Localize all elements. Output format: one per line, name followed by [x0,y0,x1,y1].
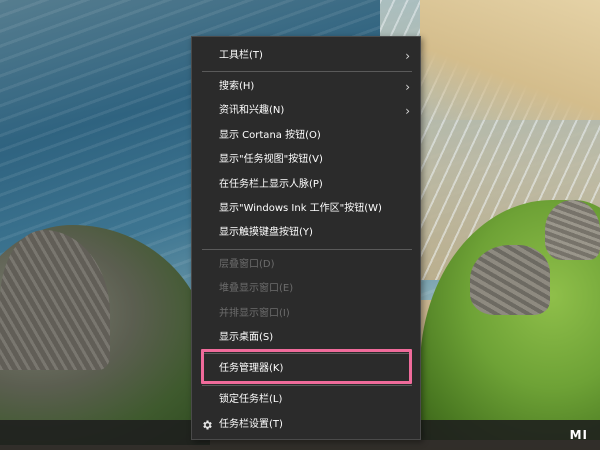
menu-item-label: 任务栏设置(T) [219,419,283,430]
watermark-logo: MI [569,428,588,442]
menu-item-label: 在任务栏上显示人脉(P) [219,179,323,190]
menu-item-label: 显示桌面(S) [219,332,274,343]
wallpaper-rock-right [470,245,550,315]
menu-item-news-interests[interactable]: 资讯和兴趣(N) › [192,99,420,123]
menu-item-show-people[interactable]: 在任务栏上显示人脉(P) [192,173,420,197]
menu-item-label: 堆叠显示窗口(E) [219,283,294,294]
chevron-right-icon: › [405,104,410,118]
menu-item-show-touch-keyboard[interactable]: 显示触摸键盘按钮(Y) [192,221,420,245]
menu-item-search[interactable]: 搜索(H) › [192,75,420,99]
menu-item-lock-taskbar[interactable]: 锁定任务栏(L) [192,388,420,412]
gear-icon [203,420,212,430]
menu-item-label: 搜索(H) [219,81,255,92]
menu-item-show-task-view[interactable]: 显示"任务视图"按钮(V) [192,148,420,172]
menu-item-label: 并排显示窗口(I) [219,308,290,319]
wallpaper-sand [420,0,600,120]
menu-item-show-cortana[interactable]: 显示 Cortana 按钮(O) [192,124,420,148]
menu-item-label: 层叠窗口(D) [219,259,275,270]
menu-item-side-by-side-windows: 并排显示窗口(I) [192,302,420,326]
chevron-right-icon: › [405,80,410,94]
menu-item-label: 显示触摸键盘按钮(Y) [219,227,313,238]
menu-item-label: 显示"Windows Ink 工作区"按钮(W) [219,203,382,214]
menu-separator [202,71,412,72]
menu-separator [202,385,412,386]
desktop[interactable]: MI 工具栏(T) › 搜索(H) › 资讯和兴趣(N) › 显示 Cortan… [0,0,600,450]
menu-separator [202,249,412,250]
chevron-right-icon: › [405,49,410,63]
menu-item-label: 显示"任务视图"按钮(V) [219,154,323,165]
menu-item-label: 显示 Cortana 按钮(O) [219,130,321,141]
menu-item-stack-windows: 堆叠显示窗口(E) [192,277,420,301]
menu-item-cascade-windows: 层叠窗口(D) [192,253,420,277]
menu-item-show-windows-ink[interactable]: 显示"Windows Ink 工作区"按钮(W) [192,197,420,221]
menu-item-toolbars[interactable]: 工具栏(T) › [192,44,420,68]
menu-item-label: 锁定任务栏(L) [219,394,283,405]
menu-item-show-desktop[interactable]: 显示桌面(S) [192,326,420,350]
wallpaper-rock-right-2 [545,200,600,260]
menu-item-label: 资讯和兴趣(N) [219,105,285,116]
menu-item-label: 工具栏(T) [219,50,263,61]
menu-item-taskbar-settings[interactable]: 任务栏设置(T) [192,413,420,437]
highlight-annotation [201,349,412,384]
